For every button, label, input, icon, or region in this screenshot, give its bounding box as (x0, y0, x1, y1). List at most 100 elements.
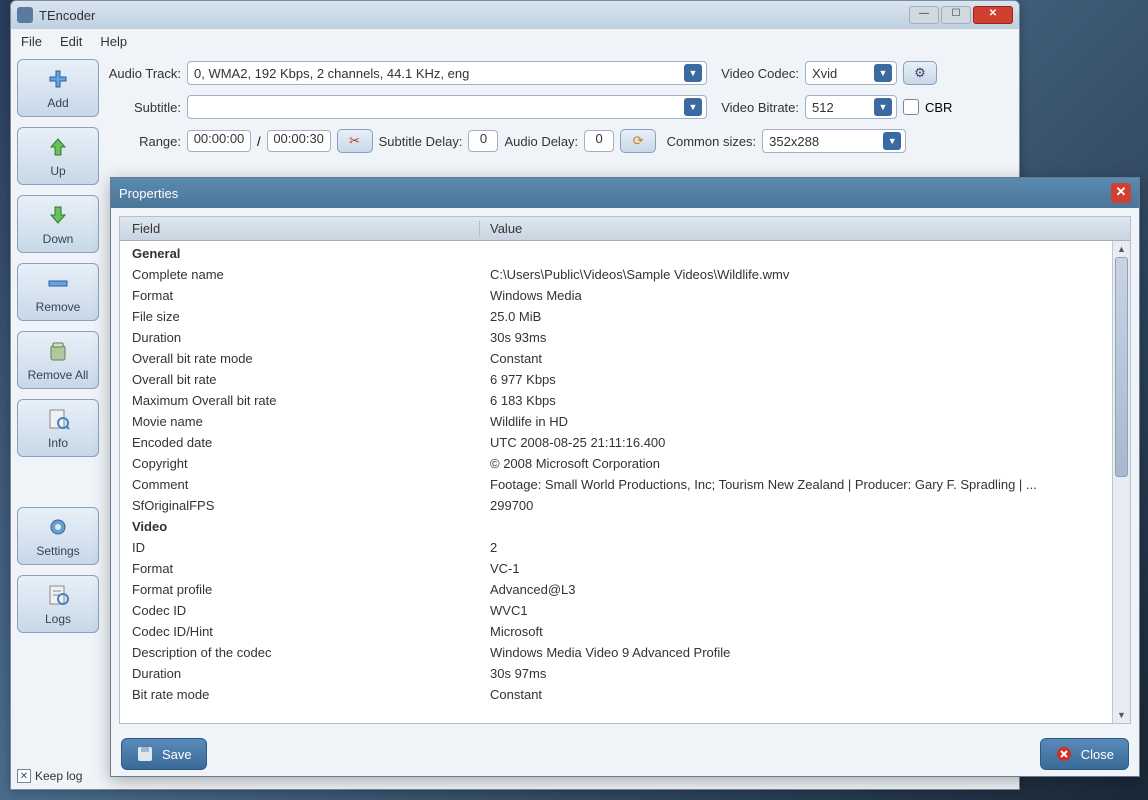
info-button[interactable]: Info (17, 399, 99, 457)
subtitle-combo[interactable]: ▼ (187, 95, 707, 119)
range-start-input[interactable]: 00:00:00 (187, 130, 251, 152)
menu-help[interactable]: Help (100, 34, 127, 49)
cbr-checkbox[interactable] (903, 99, 919, 115)
save-icon (136, 745, 154, 763)
trash-icon (44, 338, 72, 364)
gear-icon: ⚙ (914, 65, 926, 81)
up-label: Up (50, 164, 65, 178)
minus-icon (44, 270, 72, 296)
sidebar: Add Up Down Remove Remove All Info (17, 59, 99, 783)
video-bitrate-value: 512 (812, 100, 874, 115)
save-button[interactable]: Save (121, 738, 207, 770)
close-window-button[interactable]: ✕ (973, 6, 1013, 24)
column-value[interactable]: Value (480, 221, 1112, 236)
remove-button[interactable]: Remove (17, 263, 99, 321)
field-cell: Overall bit rate (120, 372, 480, 387)
table-row[interactable]: File size25.0 MiB (120, 306, 1112, 327)
value-cell: Microsoft (480, 624, 1112, 639)
keep-log-label: Keep log (35, 769, 82, 783)
check-icon: ✕ (17, 769, 31, 783)
table-row[interactable]: Maximum Overall bit rate6 183 Kbps (120, 390, 1112, 411)
chevron-down-icon: ▼ (883, 132, 901, 150)
field-cell: Format (120, 288, 480, 303)
table-row[interactable]: Duration30s 97ms (120, 663, 1112, 684)
table-row[interactable]: Encoded dateUTC 2008-08-25 21:11:16.400 (120, 432, 1112, 453)
field-cell: Overall bit rate mode (120, 351, 480, 366)
table-row[interactable]: Description of the codecWindows Media Vi… (120, 642, 1112, 663)
field-cell: General (120, 246, 480, 261)
remove-all-button[interactable]: Remove All (17, 331, 99, 389)
table-row[interactable]: Format profileAdvanced@L3 (120, 579, 1112, 600)
video-codec-combo[interactable]: Xvid ▼ (805, 61, 897, 85)
table-row[interactable]: Overall bit rate6 977 Kbps (120, 369, 1112, 390)
table-row[interactable]: Video (120, 516, 1112, 537)
table-row[interactable]: Movie nameWildlife in HD (120, 411, 1112, 432)
table-row[interactable]: FormatVC-1 (120, 558, 1112, 579)
audio-track-label: Audio Track: (107, 66, 181, 81)
settings-button[interactable]: Settings (17, 507, 99, 565)
video-bitrate-combo[interactable]: 512 ▼ (805, 95, 897, 119)
close-icon (1055, 745, 1073, 763)
table-row[interactable]: Codec ID/HintMicrosoft (120, 621, 1112, 642)
audio-delay-input[interactable]: 0 (584, 130, 614, 152)
preview-button[interactable]: ⟳ (620, 129, 656, 153)
column-field[interactable]: Field (120, 221, 480, 236)
table-row[interactable]: SfOriginalFPS299700 (120, 495, 1112, 516)
up-button[interactable]: Up (17, 127, 99, 185)
down-button[interactable]: Down (17, 195, 99, 253)
common-sizes-value: 352x288 (769, 134, 883, 149)
dialog-close-x-button[interactable]: ✕ (1111, 183, 1131, 203)
menu-edit[interactable]: Edit (60, 34, 82, 49)
subtitle-delay-input[interactable]: 0 (468, 130, 498, 152)
table-row[interactable]: ID2 (120, 537, 1112, 558)
subtitle-label: Subtitle: (107, 100, 181, 115)
maximize-button[interactable]: ☐ (941, 6, 971, 24)
table-row[interactable]: Bit rate modeConstant (120, 684, 1112, 705)
down-label: Down (43, 232, 74, 246)
logs-icon (44, 582, 72, 608)
remove-all-label: Remove All (28, 368, 89, 382)
table-row[interactable]: Overall bit rate modeConstant (120, 348, 1112, 369)
table-row[interactable]: Duration30s 93ms (120, 327, 1112, 348)
scrollbar[interactable]: ▲ ▼ (1112, 241, 1130, 723)
table-row[interactable]: Copyright© 2008 Microsoft Corporation (120, 453, 1112, 474)
scissors-icon: ✂ (349, 133, 360, 149)
table-row[interactable]: CommentFootage: Small World Productions,… (120, 474, 1112, 495)
value-cell: 2 (480, 540, 1112, 555)
codec-settings-button[interactable]: ⚙ (903, 61, 937, 85)
settings-label: Settings (36, 544, 79, 558)
field-cell: Copyright (120, 456, 480, 471)
dialog-titlebar: Properties ✕ (111, 178, 1139, 208)
menubar: File Edit Help (11, 29, 1019, 53)
table-row[interactable]: Codec IDWVC1 (120, 600, 1112, 621)
chevron-down-icon: ▼ (874, 64, 892, 82)
table-row[interactable]: FormatWindows Media (120, 285, 1112, 306)
close-button[interactable]: Close (1040, 738, 1129, 770)
table-rows: General Complete nameC:\Users\Public\Vide… (120, 241, 1112, 723)
dialog-footer: Save Close (111, 732, 1139, 776)
range-end-input[interactable]: 00:00:30 (267, 130, 331, 152)
common-sizes-combo[interactable]: 352x288 ▼ (762, 129, 906, 153)
add-button[interactable]: Add (17, 59, 99, 117)
app-icon (17, 7, 33, 23)
value-cell: © 2008 Microsoft Corporation (480, 456, 1112, 471)
field-cell: Comment (120, 477, 480, 492)
dialog-title: Properties (119, 186, 178, 201)
minimize-button[interactable]: — (909, 6, 939, 24)
common-sizes-label: Common sizes: (662, 134, 756, 149)
audio-track-combo[interactable]: 0, WMA2, 192 Kbps, 2 channels, 44.1 KHz,… (187, 61, 707, 85)
chevron-down-icon: ▼ (684, 64, 702, 82)
audio-delay-label: Audio Delay: (504, 134, 578, 149)
scroll-down-icon[interactable]: ▼ (1113, 707, 1130, 723)
table-row[interactable]: General (120, 243, 1112, 264)
value-cell: C:\Users\Public\Videos\Sample Videos\Wil… (480, 267, 1112, 282)
logs-button[interactable]: Logs (17, 575, 99, 633)
cut-button[interactable]: ✂ (337, 129, 373, 153)
table-row[interactable]: Complete nameC:\Users\Public\Videos\Samp… (120, 264, 1112, 285)
keep-log-checkbox[interactable]: ✕ Keep log (17, 769, 99, 783)
value-cell: Windows Media (480, 288, 1112, 303)
menu-file[interactable]: File (21, 34, 42, 49)
field-cell: Description of the codec (120, 645, 480, 660)
scroll-thumb[interactable] (1115, 257, 1128, 477)
scroll-up-icon[interactable]: ▲ (1113, 241, 1130, 257)
